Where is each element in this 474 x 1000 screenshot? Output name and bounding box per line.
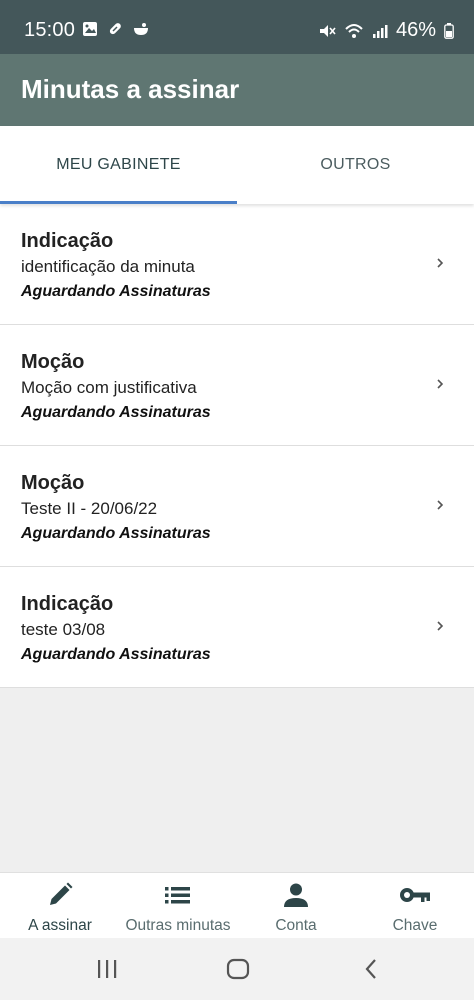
battery-percent: 46% bbox=[395, 19, 436, 41]
item-status: Aguardando Assinaturas bbox=[21, 283, 211, 300]
nav-a-assinar[interactable]: A assinar bbox=[0, 873, 120, 939]
item-status: Aguardando Assinaturas bbox=[21, 525, 211, 542]
item-description: Moção com justificativa bbox=[21, 378, 197, 397]
list-icon bbox=[165, 887, 190, 904]
list-item[interactable]: Indicação teste 03/08 Aguardando Assinat… bbox=[0, 567, 474, 688]
minutas-list: Indicação identificação da minuta Aguard… bbox=[0, 204, 474, 688]
item-title: Indicação bbox=[21, 230, 114, 252]
status-notification-icons bbox=[82, 20, 150, 38]
mute-icon bbox=[319, 24, 336, 37]
nav-conta[interactable]: Conta bbox=[236, 873, 356, 939]
page-title: Minutas a assinar bbox=[21, 74, 240, 104]
nav-label: Conta bbox=[275, 917, 317, 934]
chevron-right-icon bbox=[437, 621, 444, 631]
chevron-right-icon bbox=[437, 258, 444, 268]
status-bar: 15:00 46% bbox=[0, 0, 474, 54]
pill-icon bbox=[109, 23, 121, 35]
chevron-right-icon bbox=[437, 379, 444, 389]
chevron-right-icon bbox=[437, 500, 444, 510]
nav-label: Chave bbox=[392, 917, 438, 934]
item-title: Indicação bbox=[21, 593, 114, 615]
tab-bar: MEU GABINETE OUTROS bbox=[0, 126, 474, 204]
nav-outras-minutas[interactable]: Outras minutas bbox=[118, 873, 238, 939]
bottom-nav: A assinar Outras minutas Conta Chave bbox=[0, 872, 474, 938]
nav-label: Outras minutas bbox=[125, 917, 231, 934]
item-description: identificação da minuta bbox=[21, 257, 195, 276]
pen-icon bbox=[50, 882, 73, 905]
tab-meu-gabinete[interactable]: MEU GABINETE bbox=[0, 126, 237, 204]
recent-apps-button[interactable] bbox=[94, 956, 120, 982]
signal-icon bbox=[372, 24, 388, 38]
back-icon bbox=[365, 959, 376, 979]
item-title: Moção bbox=[21, 351, 85, 373]
item-status: Aguardando Assinaturas bbox=[21, 646, 211, 663]
system-nav-bar bbox=[0, 938, 474, 1000]
tab-outros[interactable]: OUTROS bbox=[237, 126, 474, 204]
item-title: Moção bbox=[21, 472, 85, 494]
item-status: Aguardando Assinaturas bbox=[21, 404, 211, 421]
nav-label: A assinar bbox=[28, 917, 92, 934]
tab-label: OUTROS bbox=[320, 156, 391, 173]
list-item[interactable]: Moção Moção com justificativa Aguardando… bbox=[0, 325, 474, 446]
home-button[interactable] bbox=[224, 956, 252, 982]
status-system-icons: 46% bbox=[318, 19, 454, 42]
nav-chave[interactable]: Chave bbox=[355, 873, 474, 939]
image-icon bbox=[83, 22, 97, 36]
tab-indicator bbox=[0, 201, 237, 204]
key-icon bbox=[400, 888, 430, 902]
home-icon bbox=[226, 958, 250, 980]
app-bar: Minutas a assinar bbox=[0, 54, 474, 126]
list-item[interactable]: Indicação identificação da minuta Aguard… bbox=[0, 204, 474, 325]
item-description: Teste II - 20/06/22 bbox=[21, 499, 158, 518]
list-item[interactable]: Moção Teste II - 20/06/22 Aguardando Ass… bbox=[0, 446, 474, 567]
bowl-icon bbox=[134, 23, 148, 35]
status-time: 15:00 bbox=[24, 19, 76, 41]
recent-apps-icon bbox=[98, 960, 117, 978]
tab-label: MEU GABINETE bbox=[56, 156, 181, 173]
person-icon bbox=[284, 883, 308, 907]
back-button[interactable] bbox=[358, 956, 384, 982]
wifi-icon bbox=[345, 23, 363, 38]
battery-icon bbox=[444, 22, 454, 39]
item-description: teste 03/08 bbox=[21, 620, 106, 639]
